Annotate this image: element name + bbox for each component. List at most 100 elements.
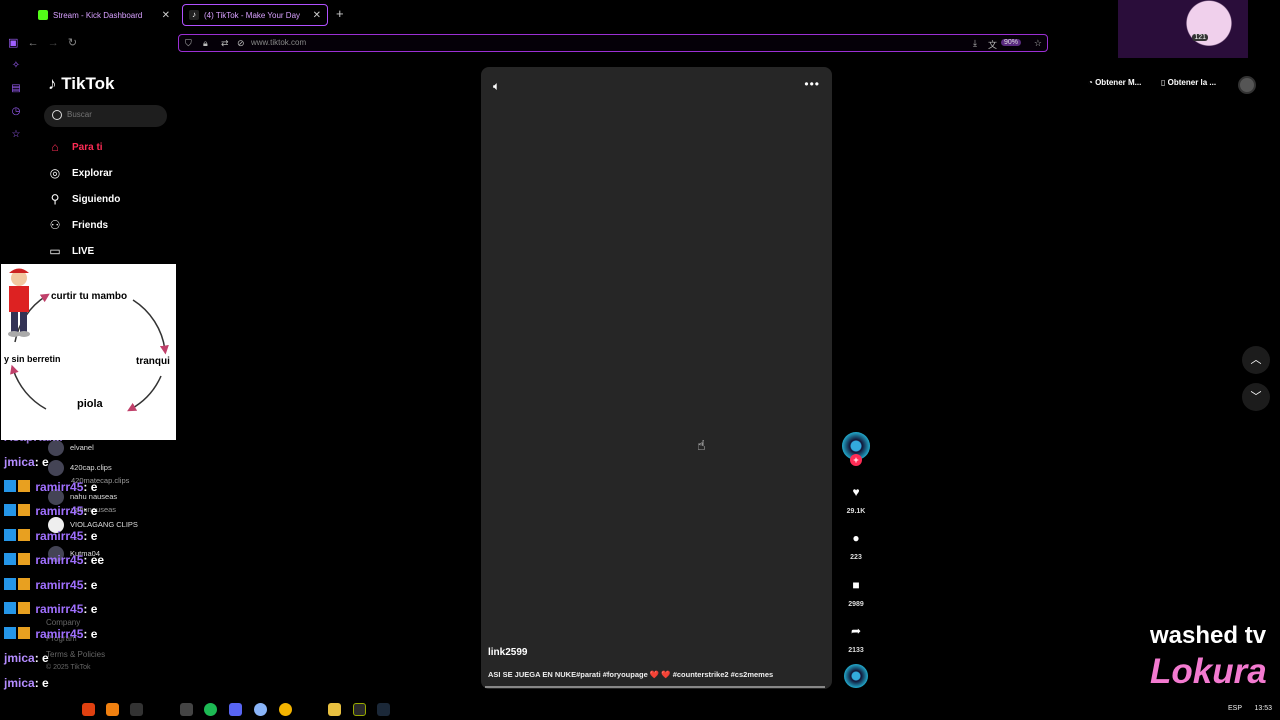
browser-vertical-sidebar: ✧ ▤ ◷ ☆	[6, 60, 26, 152]
sidebar-item-label: Explorar	[72, 167, 113, 179]
follow-plus-icon[interactable]: +	[850, 454, 862, 466]
app-icon[interactable]	[130, 703, 143, 716]
sidebar-item-label: LIVE	[72, 245, 95, 257]
sidebar-item-friends[interactable]: ⚇ Friends	[48, 218, 109, 232]
comment-count: 223	[850, 554, 862, 561]
chrome-icon[interactable]	[279, 703, 292, 716]
chat-message: ramirr45: e	[4, 504, 97, 518]
close-tab-icon[interactable]: ✕	[162, 10, 170, 21]
steam-icon[interactable]	[377, 703, 390, 716]
sidebar-toggle-icon[interactable]: ▣	[8, 37, 18, 49]
like-button[interactable]: ♥ 29.1K	[840, 480, 872, 515]
save-button[interactable]: ■ 2989	[840, 573, 872, 608]
moderator-badge-icon	[4, 602, 16, 614]
coin-icon: ◔	[1088, 78, 1093, 87]
url-text[interactable]: www.tiktok.com	[251, 38, 306, 47]
following-icon: ⚲	[50, 192, 60, 206]
tiktok-logo[interactable]: ♪ TikTok	[48, 74, 114, 94]
tab-tiktok[interactable]: ♪ (4) TikTok - Make Your Day ✕	[182, 4, 328, 26]
sidebar-item-para-ti[interactable]: ⌂ Para ti	[48, 140, 103, 154]
search-box[interactable]	[44, 105, 167, 127]
search-input[interactable]	[67, 110, 163, 119]
tiktok-icon: ♪	[189, 10, 199, 20]
crown-badge-icon	[18, 602, 30, 614]
history-icon[interactable]: ◷	[6, 106, 26, 117]
video-caption: ASI SE JUEGA EN NUKE#parati #foryoupage …	[488, 670, 774, 679]
sidebar-item-explorar[interactable]: ◎ Explorar	[48, 166, 113, 180]
discord-icon[interactable]	[229, 703, 242, 716]
meme-text: tranqui	[136, 356, 170, 367]
footer-link[interactable]: Company	[46, 618, 80, 627]
shield-icon[interactable]: ⛉	[185, 38, 192, 49]
sidebar-item-live[interactable]: ▭ LIVE	[48, 244, 94, 258]
app-icon[interactable]	[353, 703, 366, 716]
live-icon: ▭	[49, 244, 61, 258]
next-video-button[interactable]: ﹀	[1242, 383, 1270, 411]
tab-kick-dashboard[interactable]: Stream - Kick Dashboard ✕	[32, 4, 176, 26]
friends-icon: ⚇	[49, 218, 61, 232]
moderator-badge-icon	[4, 553, 16, 565]
favorites-icon[interactable]: ☆	[6, 129, 26, 140]
video-player[interactable]: 🔈︎ ••• ☝︎ link2599 ASI SE JUEGA EN NUKE#…	[481, 67, 832, 689]
compass-icon: ◎	[49, 166, 61, 180]
address-bar[interactable]: ⛉ 🔒︎ ⇄ ⊘ www.tiktok.com ⤓ 文 90% ☆	[178, 34, 1048, 52]
os-taskbar: ESP 13:53	[0, 700, 1280, 720]
back-icon[interactable]: ←	[28, 37, 39, 49]
new-tab-button[interactable]: +	[336, 6, 344, 21]
more-options-icon[interactable]: •••	[804, 77, 820, 91]
chat-message: ramirr45: e	[4, 480, 97, 494]
crown-badge-icon	[18, 529, 30, 541]
sidebar-item-siguiendo[interactable]: ⚲ Siguiendo	[48, 192, 121, 206]
volume-icon[interactable]: 🔈︎	[493, 79, 500, 94]
kick-icon	[38, 10, 48, 20]
permissions-icon[interactable]: ⇄	[221, 38, 229, 49]
get-coins-button[interactable]: ◔ Obtener M...	[1088, 78, 1141, 87]
bookmark-star-icon[interactable]: ☆	[1034, 38, 1042, 49]
tracking-icon[interactable]: ⊘	[237, 38, 245, 49]
chat-message: ramirr45: e	[4, 578, 97, 592]
badge-count: 121	[1192, 34, 1208, 41]
app-icon[interactable]	[180, 703, 193, 716]
chat-message: ramirr45: e	[4, 529, 97, 543]
comment-icon: ●	[852, 531, 860, 545]
sidebar-item-label: Para ti	[72, 141, 103, 153]
crown-badge-icon	[18, 627, 30, 639]
crown-badge-icon	[18, 504, 30, 516]
comment-button[interactable]: ● 223	[840, 526, 872, 561]
profile-avatar[interactable]	[1238, 76, 1256, 94]
zoom-level[interactable]: 90%	[1000, 39, 1021, 46]
crown-badge-icon	[18, 480, 30, 492]
video-progress-bar[interactable]	[485, 686, 825, 688]
previous-video-button[interactable]: ︿	[1242, 346, 1270, 374]
forward-icon[interactable]: →	[48, 37, 59, 49]
tab-label: Stream - Kick Dashboard	[53, 10, 143, 20]
moderator-badge-icon	[4, 627, 16, 639]
get-app-button[interactable]: ▯ Obtener la ...	[1161, 78, 1216, 87]
ai-icon[interactable]: ✧	[6, 60, 26, 71]
crown-badge-icon	[18, 578, 30, 590]
video-author[interactable]: link2599	[488, 647, 527, 658]
close-tab-icon[interactable]: ✕	[313, 10, 321, 21]
app-icon[interactable]	[106, 703, 119, 716]
lock-icon[interactable]: 🔒︎	[203, 38, 208, 49]
clock[interactable]: 13:53	[1254, 705, 1272, 712]
meme-text: piola	[77, 398, 103, 410]
tab-label: (4) TikTok - Make Your Day	[204, 10, 301, 20]
meme-text: curtir tu mambo	[51, 291, 128, 302]
app-icon[interactable]	[254, 703, 267, 716]
firefox-icon[interactable]	[82, 703, 95, 716]
bookmarks-icon[interactable]: ▤	[6, 83, 26, 94]
translate-icon[interactable]: 文	[988, 38, 997, 51]
spotify-icon[interactable]	[204, 703, 217, 716]
folder-icon[interactable]	[328, 703, 341, 716]
sidebar-item-label: Siguiendo	[72, 193, 121, 205]
music-disc-icon[interactable]	[844, 664, 868, 688]
share-button[interactable]: ➦ 2133	[840, 619, 872, 654]
download-icon[interactable]: ⤓	[973, 38, 977, 49]
avatar	[48, 460, 64, 476]
reload-icon[interactable]: ↻	[68, 37, 77, 49]
search-icon	[52, 110, 62, 120]
footer-link[interactable]: Terms & Policies	[46, 650, 105, 659]
language-indicator[interactable]: ESP	[1228, 705, 1242, 712]
chat-message: ramirr45: e	[4, 627, 97, 641]
